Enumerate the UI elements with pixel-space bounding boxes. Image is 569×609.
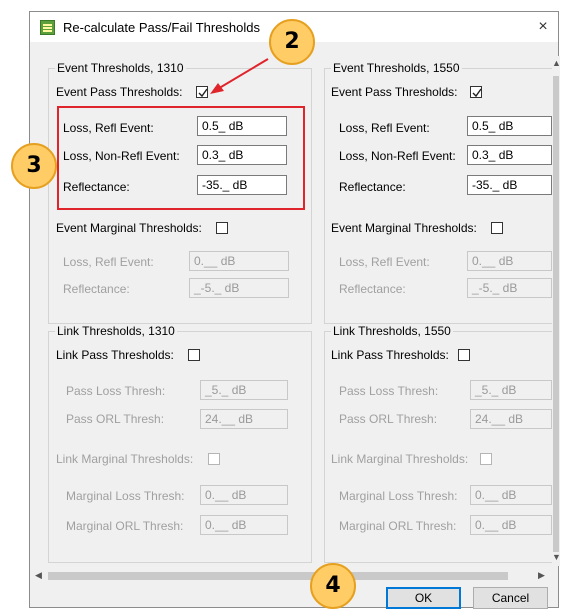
marg-orl-input-1550[interactable]: 0.__ dB — [470, 515, 552, 535]
m-reflectance-label-1550: Reflectance: — [339, 282, 406, 296]
pass-orl-input-1310[interactable]: 24.__ dB — [200, 409, 288, 429]
link-marginal-checkbox-1550[interactable] — [480, 453, 492, 465]
scroll-left-icon[interactable]: ◀ — [35, 570, 42, 581]
link-pass-label-1550: Link Pass Thresholds: — [331, 348, 449, 362]
pass-loss-input-1550[interactable]: _5._ dB — [470, 380, 552, 400]
marg-loss-label-1550: Marginal Loss Thresh: — [339, 489, 458, 503]
m-loss-refl-input-1550[interactable]: 0.__ dB — [467, 251, 552, 271]
event-pass-checkbox-1310[interactable] — [196, 86, 208, 98]
scroll-right-icon[interactable]: ▶ — [538, 570, 545, 581]
marg-loss-input-1310[interactable]: 0.__ dB — [200, 485, 288, 505]
loss-nonrefl-label-1550: Loss, Non-Refl Event: — [339, 149, 456, 163]
vertical-scrollbar[interactable]: ▲ ▼ — [552, 56, 561, 566]
event-marginal-checkbox-1550[interactable] — [491, 222, 503, 234]
event-marginal-label-1310: Event Marginal Thresholds: — [56, 221, 202, 235]
pass-loss-label-1550: Pass Loss Thresh: — [339, 384, 439, 398]
event-pass-label-1310: Event Pass Thresholds: — [56, 85, 183, 99]
m-reflectance-input-1550[interactable]: _-5._ dB — [467, 278, 552, 298]
scroll-down-icon[interactable]: ▼ — [552, 552, 561, 562]
marg-orl-input-1310[interactable]: 0.__ dB — [200, 515, 288, 535]
event-pass-checkbox-1550[interactable] — [470, 86, 482, 98]
marg-loss-input-1550[interactable]: 0.__ dB — [470, 485, 552, 505]
link-pass-checkbox-1310[interactable] — [188, 349, 200, 361]
link-marginal-label-1550: Link Marginal Thresholds: — [331, 452, 469, 466]
recalc-dialog: Re-calculate Pass/Fail Thresholds × Even… — [29, 11, 561, 609]
link-thresholds-1550-legend: Link Thresholds, 1550 — [331, 324, 453, 338]
vertical-scroll-thumb[interactable] — [553, 76, 559, 552]
reflectance-input-1550[interactable]: -35._ dB — [467, 175, 552, 195]
loss-refl-label-1550: Loss, Refl Event: — [339, 121, 430, 135]
marg-orl-label-1550: Marginal ORL Thresh: — [339, 519, 457, 533]
callout-2: 2 — [269, 19, 315, 65]
cancel-button[interactable]: Cancel — [473, 587, 548, 609]
link-pass-checkbox-1550[interactable] — [458, 349, 470, 361]
m-loss-refl-input-1310[interactable]: 0.__ dB — [189, 251, 289, 271]
pass-orl-label-1550: Pass ORL Thresh: — [339, 412, 438, 426]
link-marginal-label-1310: Link Marginal Thresholds: — [56, 452, 194, 466]
pass-orl-input-1550[interactable]: 24.__ dB — [470, 409, 552, 429]
m-loss-refl-label-1550: Loss, Refl Event: — [339, 255, 430, 269]
highlight-box — [57, 106, 305, 210]
scroll-up-icon[interactable]: ▲ — [552, 58, 561, 68]
link-marginal-checkbox-1310[interactable] — [208, 453, 220, 465]
horizontal-scrollbar[interactable]: ◀ ▶ — [30, 567, 552, 584]
event-thresholds-1310-legend: Event Thresholds, 1310 — [55, 61, 186, 75]
dialog-title: Re-calculate Pass/Fail Thresholds — [63, 20, 261, 35]
link-thresholds-1310-legend: Link Thresholds, 1310 — [55, 324, 177, 338]
app-icon — [40, 20, 55, 35]
m-reflectance-label-1310: Reflectance: — [63, 282, 130, 296]
event-pass-label-1550: Event Pass Thresholds: — [331, 85, 458, 99]
close-icon[interactable]: × — [534, 18, 552, 36]
pass-loss-label-1310: Pass Loss Thresh: — [66, 384, 166, 398]
marg-loss-label-1310: Marginal Loss Thresh: — [66, 489, 185, 503]
event-marginal-checkbox-1310[interactable] — [216, 222, 228, 234]
event-marginal-label-1550: Event Marginal Thresholds: — [331, 221, 477, 235]
marg-orl-label-1310: Marginal ORL Thresh: — [66, 519, 184, 533]
m-reflectance-input-1310[interactable]: _-5._ dB — [189, 278, 289, 298]
pass-orl-label-1310: Pass ORL Thresh: — [66, 412, 165, 426]
callout-3: 3 — [11, 143, 57, 189]
loss-nonrefl-input-1550[interactable]: 0.3_ dB — [467, 145, 552, 165]
loss-refl-input-1550[interactable]: 0.5_ dB — [467, 116, 552, 136]
pass-loss-input-1310[interactable]: _5._ dB — [200, 380, 288, 400]
horizontal-scroll-thumb[interactable] — [48, 572, 508, 580]
reflectance-label-1550: Reflectance: — [339, 180, 406, 194]
event-thresholds-1550-legend: Event Thresholds, 1550 — [331, 61, 462, 75]
link-pass-label-1310: Link Pass Thresholds: — [56, 348, 174, 362]
ok-button[interactable]: OK — [386, 587, 461, 609]
m-loss-refl-label-1310: Loss, Refl Event: — [63, 255, 154, 269]
callout-4: 4 — [310, 563, 356, 609]
